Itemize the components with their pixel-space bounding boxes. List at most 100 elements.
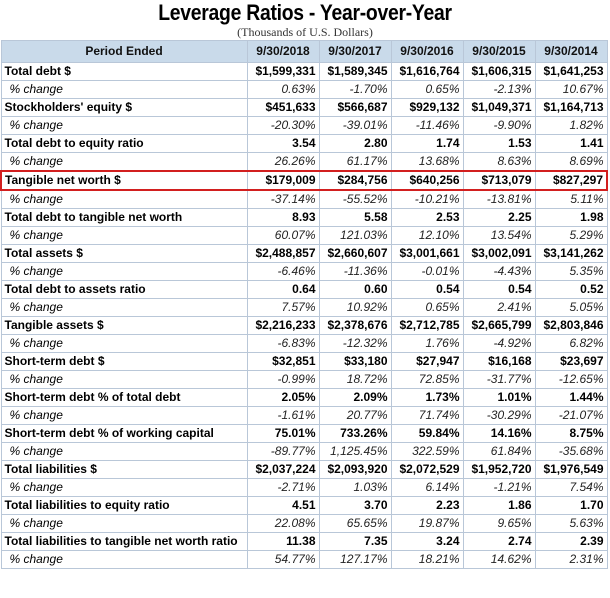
table-cell: $451,633: [246, 98, 320, 117]
table-cell: $2,488,857: [246, 244, 320, 263]
table-row-change: % change -0.99% 18.72% 72.85% -31.77% -12.65%: [0, 370, 608, 389]
table-row: Total assets $ $2,488,857 $2,660,607 $3,001…: [0, 244, 608, 263]
table-cell: $32,851: [246, 352, 320, 371]
table-cell: 322.59%: [390, 442, 464, 461]
row-label: % change: [0, 116, 248, 135]
row-label: Total debt to equity ratio: [0, 134, 248, 153]
table-cell: $640,256: [390, 170, 464, 191]
table-cell: $713,079: [462, 170, 536, 191]
table-cell: -35.68%: [534, 442, 608, 461]
table-cell: -10.21%: [390, 189, 464, 209]
table-cell: 22.08%: [246, 514, 320, 533]
table-cell: -4.43%: [462, 262, 536, 281]
row-label: % change: [0, 550, 248, 569]
table-cell: -13.81%: [462, 189, 536, 209]
table-cell: 5.35%: [534, 262, 608, 281]
table-cell: 5.29%: [534, 226, 608, 245]
table-cell: $1,976,549: [534, 460, 608, 479]
table-cell: -20.30%: [246, 116, 320, 135]
row-label: Short-term debt $: [0, 352, 248, 371]
table-cell: 2.80: [318, 134, 392, 153]
table-cell: 18.21%: [390, 550, 464, 569]
table-cell: $3,001,661: [390, 244, 464, 263]
table-cell: -12.65%: [534, 370, 608, 389]
table-row-highlighted: Tangible net worth $ $179,009 $284,756 $640…: [0, 170, 608, 191]
table-cell: 0.65%: [390, 80, 464, 99]
table-cell: 11.38: [246, 532, 320, 551]
table-cell: 3.54: [246, 134, 320, 153]
table-cell: 2.39: [534, 532, 608, 551]
table-cell: 71.74%: [390, 406, 464, 425]
table-cell: 0.65%: [390, 298, 464, 317]
table-row: Short-term debt % of working capital 75.0…: [0, 424, 608, 443]
table-cell: $2,803,846: [534, 316, 608, 335]
table-row: Total debt to assets ratio 0.64 0.60 0.54 0.…: [0, 280, 608, 299]
table-row-change: % change 60.07% 121.03% 12.10% 13.54% 5.29%: [0, 226, 608, 245]
table-cell: 7.35: [318, 532, 392, 551]
row-label: % change: [0, 262, 248, 281]
table-cell: $23,697: [534, 352, 608, 371]
row-label: Total debt to tangible net worth: [0, 208, 248, 227]
table-cell: 1.86: [462, 496, 536, 515]
table-cell: $2,712,785: [390, 316, 464, 335]
table-cell: $566,687: [318, 98, 392, 117]
table-row-change: % change -2.71% 1.03% 6.14% -1.21% 7.54%: [0, 478, 608, 497]
table-cell: 127.17%: [318, 550, 392, 569]
table-cell: $16,168: [462, 352, 536, 371]
table-cell: $1,616,764: [390, 62, 464, 81]
table-cell: $3,002,091: [462, 244, 536, 263]
table-cell: $1,641,253: [534, 62, 608, 81]
table-cell: 12.10%: [390, 226, 464, 245]
table-cell: -12.32%: [318, 334, 392, 353]
table-cell: 61.84%: [462, 442, 536, 461]
table-cell: $2,037,224: [246, 460, 320, 479]
table-cell: -11.36%: [318, 262, 392, 281]
table-row-change: % change 54.77% 127.17% 18.21% 14.62% 2.31%: [0, 550, 608, 569]
table-cell: 3.24: [390, 532, 464, 551]
table-cell: 1.82%: [534, 116, 608, 135]
column-header-year: 9/30/2017: [318, 40, 392, 63]
row-label: % change: [0, 406, 248, 425]
table-cell: 733.26%: [318, 424, 392, 443]
table-cell: 14.16%: [462, 424, 536, 443]
table-row: Total liabilities $ $2,037,224 $2,093,920 $…: [0, 460, 608, 479]
table-cell: 54.77%: [246, 550, 320, 569]
header-row: Period Ended 9/30/2018 9/30/2017 9/30/20…: [0, 40, 608, 63]
table-row-change: % change -6.46% -11.36% -0.01% -4.43% 5.35%: [0, 262, 608, 281]
table-cell: $179,009: [246, 170, 320, 191]
row-label: % change: [0, 370, 248, 389]
table-cell: 1.41: [534, 134, 608, 153]
table-cell: -6.46%: [246, 262, 320, 281]
table-row: Tangible assets $ $2,216,233 $2,378,676 $2,…: [0, 316, 608, 335]
table-cell: 1.53: [462, 134, 536, 153]
table-row: Stockholders' equity $ $451,633 $566,687 $9…: [0, 98, 608, 117]
table-row-change: % change -37.14% -55.52% -10.21% -13.81% 5.11…: [0, 189, 608, 209]
column-header-year: 9/30/2015: [462, 40, 536, 63]
row-label: % change: [0, 298, 248, 317]
page-subtitle: (Thousands of U.S. Dollars): [237, 25, 373, 39]
leverage-ratios-table: Period Ended 9/30/2018 9/30/2017 9/30/20…: [0, 40, 608, 569]
table-cell: 1,125.45%: [318, 442, 392, 461]
table-cell: $929,132: [390, 98, 464, 117]
table-body: Total debt $ $1,599,331 $1,589,345 $1,616,7…: [0, 62, 608, 569]
table-cell: 2.31%: [534, 550, 608, 569]
row-label: % change: [0, 226, 248, 245]
table-cell: $27,947: [390, 352, 464, 371]
table-row: Total liabilities to tangible net worth …: [0, 532, 608, 551]
column-header-year: 9/30/2016: [390, 40, 464, 63]
table-cell: 26.26%: [246, 152, 320, 172]
row-label: % change: [0, 152, 248, 172]
row-label: Short-term debt % of total debt: [0, 388, 248, 407]
table-cell: 2.25: [462, 208, 536, 227]
table-cell: 1.76%: [390, 334, 464, 353]
table-cell: $1,049,371: [462, 98, 536, 117]
table-cell: 6.14%: [390, 478, 464, 497]
row-label: Stockholders' equity $: [0, 98, 248, 117]
table-cell: 75.01%: [246, 424, 320, 443]
table-cell: 3.70: [318, 496, 392, 515]
table-cell: 1.44%: [534, 388, 608, 407]
table-cell: 60.07%: [246, 226, 320, 245]
column-header-year: 9/30/2018: [246, 40, 320, 63]
table-cell: 5.58: [318, 208, 392, 227]
table-cell: $284,756: [318, 170, 392, 191]
